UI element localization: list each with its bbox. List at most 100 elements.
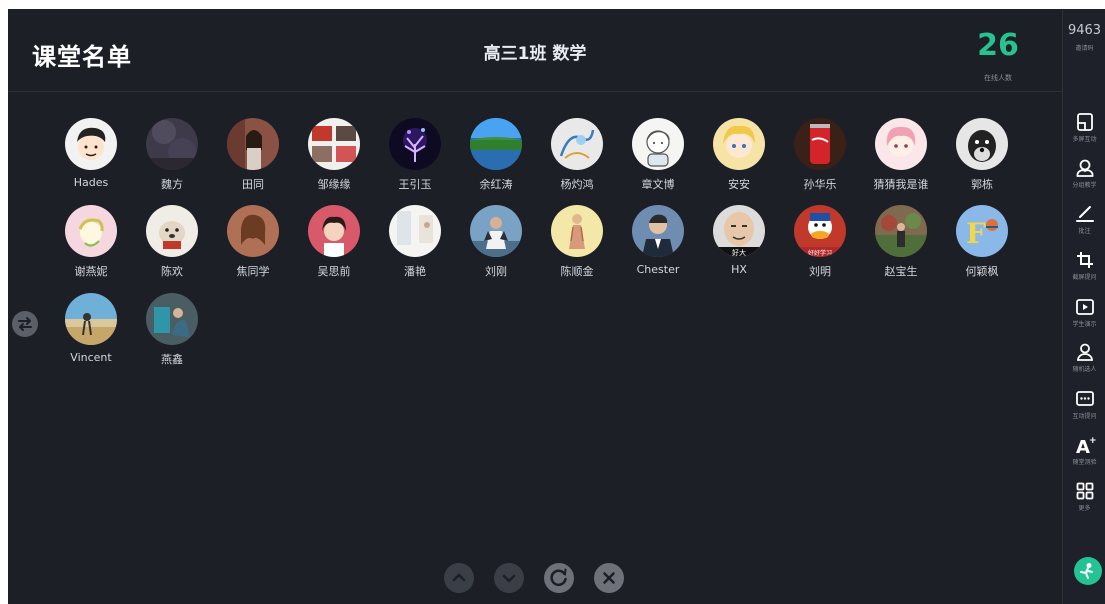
student-card[interactable]: 刘刚 [456, 205, 536, 279]
student-card[interactable]: 焦同学 [213, 205, 293, 279]
student-name: 潘艳 [404, 265, 426, 278]
svg-text:A: A [1076, 437, 1090, 456]
student-avatar [551, 205, 603, 257]
student-name: 孙华乐 [803, 178, 837, 191]
student-name: 刘刚 [485, 265, 507, 278]
student-name: Chester [636, 263, 680, 276]
student-name: 邹缘缘 [317, 178, 351, 191]
avatar-image [875, 205, 927, 257]
avatar-image [551, 118, 603, 170]
toggle-panel-button[interactable] [12, 311, 38, 337]
quiz-a-plus-icon: A + [1076, 436, 1096, 456]
tool-screenshot-question[interactable]: 截屏提问 [1063, 249, 1105, 281]
student-card[interactable]: 陈欢 [132, 205, 212, 279]
student-name: 魏方 [161, 178, 183, 191]
tool-multi-screen[interactable]: 多屏互动 [1063, 111, 1105, 143]
student-name: 陈顺金 [560, 265, 594, 278]
tool-label: 批注 [1078, 228, 1091, 235]
page-up-icon [452, 573, 466, 582]
svg-text:好好学习: 好好学习 [808, 249, 832, 257]
student-card[interactable]: 好好学习 刘明 [780, 205, 860, 279]
page-down-button[interactable] [494, 563, 524, 593]
avatar-image: F [956, 205, 1008, 257]
student-card[interactable]: 孙华乐 [780, 118, 860, 192]
avatar-image: 好大 [713, 205, 765, 257]
avatar-image [875, 118, 927, 170]
student-card[interactable]: 章文博 [618, 118, 698, 192]
svg-text:F: F [966, 217, 986, 250]
group-teaching-icon [1076, 159, 1093, 177]
tool-group-teaching[interactable]: 分组教学 [1063, 157, 1105, 189]
student-card[interactable]: Hades [51, 118, 131, 189]
student-card[interactable]: 田同 [213, 118, 293, 192]
tool-random-pick[interactable]: 随机选人 [1063, 341, 1105, 373]
student-name: HX [731, 263, 747, 276]
student-card[interactable]: Vincent [51, 293, 131, 364]
tool-annotate[interactable]: 批注 [1063, 203, 1105, 235]
student-card[interactable]: F 何颖枫 [942, 205, 1022, 279]
avatar-image [65, 205, 117, 257]
student-card[interactable]: 好大 HX [699, 205, 779, 276]
student-card[interactable]: 安安 [699, 118, 779, 192]
student-avatar [146, 118, 198, 170]
student-name: 猜猜我是谁 [873, 178, 929, 191]
avatar-image [551, 205, 603, 257]
svg-text:+: + [1089, 436, 1096, 446]
class-name: 高三1班 数学 [483, 44, 587, 64]
student-name: 王引玉 [398, 178, 432, 191]
tool-student-demo[interactable]: 学生演示 [1063, 296, 1105, 328]
tool-label: 更多 [1078, 505, 1091, 512]
student-card[interactable]: 余红涛 [456, 118, 536, 192]
header: 课堂名单 高三1班 数学 26 在线人数 [8, 9, 1062, 92]
avatar-image: 好好学习 [794, 205, 846, 257]
page-down-icon [502, 574, 516, 583]
student-card[interactable]: 邹缘缘 [294, 118, 374, 192]
student-avatar [875, 118, 927, 170]
student-card[interactable]: 谢燕妮 [51, 205, 131, 279]
tool-label: 随堂测验 [1072, 459, 1097, 466]
tool-interactive-question[interactable]: 互动提问 [1063, 388, 1105, 420]
student-card[interactable]: 潘艳 [375, 205, 455, 279]
student-name: 焦同学 [236, 265, 270, 278]
student-card[interactable]: 杨灼鸿 [537, 118, 617, 192]
student-name: 谢燕妮 [74, 265, 108, 278]
tool-quiz[interactable]: A + 随堂测验 [1063, 434, 1105, 466]
student-name: 赵宝生 [884, 265, 918, 278]
student-avatar [389, 205, 441, 257]
multi-screen-icon [1076, 113, 1093, 131]
student-name: Vincent [70, 351, 112, 364]
student-name: 刘明 [809, 265, 831, 278]
student-avatar [632, 205, 684, 257]
student-card[interactable]: 吴思前 [294, 205, 374, 279]
swap-icon [18, 317, 32, 331]
avatar-image [146, 293, 198, 345]
random-person-icon [1076, 343, 1093, 361]
annotate-pen-icon [1075, 206, 1094, 222]
student-card[interactable]: 燕鑫 [132, 293, 212, 367]
page-up-button[interactable] [444, 563, 474, 593]
avatar-image [632, 118, 684, 170]
student-card[interactable]: 猜猜我是谁 [861, 118, 941, 192]
student-avatar [956, 118, 1008, 170]
student-avatar [227, 205, 279, 257]
student-card[interactable]: 赵宝生 [861, 205, 941, 279]
student-card[interactable]: 陈顺金 [537, 205, 617, 279]
student-avatar [146, 205, 198, 257]
close-button[interactable] [594, 563, 624, 593]
avatar-image [470, 205, 522, 257]
refresh-icon [550, 568, 567, 586]
refresh-button[interactable] [544, 563, 574, 593]
avatar-image [956, 118, 1008, 170]
student-name: 章文博 [641, 178, 675, 191]
student-name: 燕鑫 [161, 353, 183, 366]
avatar-image [794, 118, 846, 170]
student-card[interactable]: Chester [618, 205, 698, 276]
student-card[interactable]: 郭栋 [942, 118, 1022, 192]
tool-more[interactable]: 更多 [1063, 480, 1105, 512]
student-avatar [65, 118, 117, 170]
student-card[interactable]: 王引玉 [375, 118, 455, 192]
avatar-image [308, 118, 360, 170]
avatar-image [632, 205, 684, 257]
floating-action-button[interactable] [1074, 557, 1102, 585]
student-card[interactable]: 魏方 [132, 118, 212, 192]
